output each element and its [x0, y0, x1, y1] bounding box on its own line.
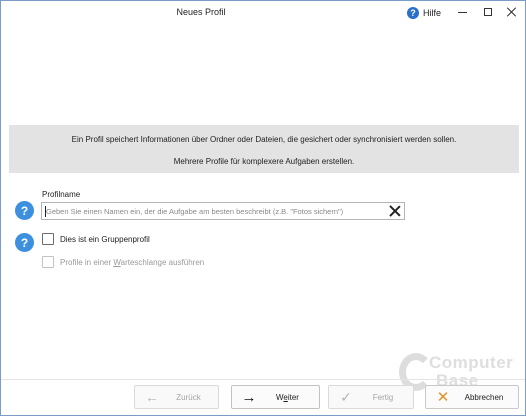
minimize-icon	[457, 12, 467, 13]
group-profile-checkbox-box[interactable]	[42, 233, 54, 245]
cancel-button-label: Abbrechen	[464, 392, 504, 402]
next-button-label: Weiter	[262, 393, 319, 402]
group-profile-label: Dies ist ein Gruppenprofil	[60, 234, 150, 244]
back-button[interactable]: ← Zurück	[134, 385, 219, 409]
checkmark-icon: ✓	[340, 389, 352, 405]
arrow-right-icon: →	[241, 388, 257, 406]
group-profile-checkbox[interactable]: Dies ist ein Gruppenprofil	[42, 233, 150, 245]
queue-checkbox-box	[42, 256, 54, 268]
info-text-line2: Mehrere Profile für komplexere Aufgaben …	[173, 157, 355, 166]
info-banner: Ein Profil speichert Informationen über …	[9, 125, 519, 173]
back-button-label: Zurück	[176, 392, 201, 402]
help-button[interactable]: ? Hilfe	[407, 5, 441, 20]
watermark-text-line1: Computer	[429, 353, 514, 372]
finish-button[interactable]: ✓ Fertig	[328, 385, 414, 409]
help-label: Hilfe	[423, 7, 442, 18]
next-button[interactable]: → Weiter	[231, 385, 320, 409]
maximize-button[interactable]	[475, 3, 501, 21]
profile-name-help-icon[interactable]: ?	[15, 201, 34, 220]
close-icon	[507, 7, 517, 17]
text-caret	[45, 206, 46, 217]
new-profile-dialog: Neues Profil ? Hilfe Ein Profil speicher…	[0, 0, 526, 416]
title-bar: Neues Profil ? Hilfe	[1, 1, 525, 24]
queue-label: Profile in einer Warteschlange ausführen	[60, 258, 204, 267]
queue-checkbox: Profile in einer Warteschlange ausführen	[42, 256, 204, 268]
clear-name-button[interactable]	[387, 204, 403, 218]
profile-name-label: Profilname	[42, 190, 81, 199]
footer-divider	[1, 379, 525, 380]
info-text-line1: Ein Profil speichert Informationen über …	[71, 135, 457, 144]
profile-name-field	[41, 202, 405, 220]
minimize-button[interactable]	[449, 3, 475, 21]
group-profile-help-icon[interactable]: ?	[15, 233, 34, 252]
clear-icon	[389, 205, 401, 217]
queue-label-end: arteschlange ausführen	[120, 257, 205, 267]
queue-label-mnemonic: W	[113, 257, 121, 267]
cancel-button[interactable]: ✕ Abbrechen	[425, 385, 519, 409]
queue-label-start: Profile in einer	[60, 257, 114, 267]
help-icon: ?	[407, 6, 419, 19]
profile-name-input[interactable]	[42, 203, 382, 219]
cancel-x-icon: ✕	[436, 388, 450, 406]
maximize-icon	[484, 8, 492, 16]
arrow-left-icon: ←	[145, 389, 159, 405]
finish-button-label: Fertig	[372, 392, 394, 402]
close-button[interactable]	[499, 3, 525, 21]
window-title: Neues Profil	[176, 7, 226, 17]
next-label-end: iter	[287, 392, 299, 402]
